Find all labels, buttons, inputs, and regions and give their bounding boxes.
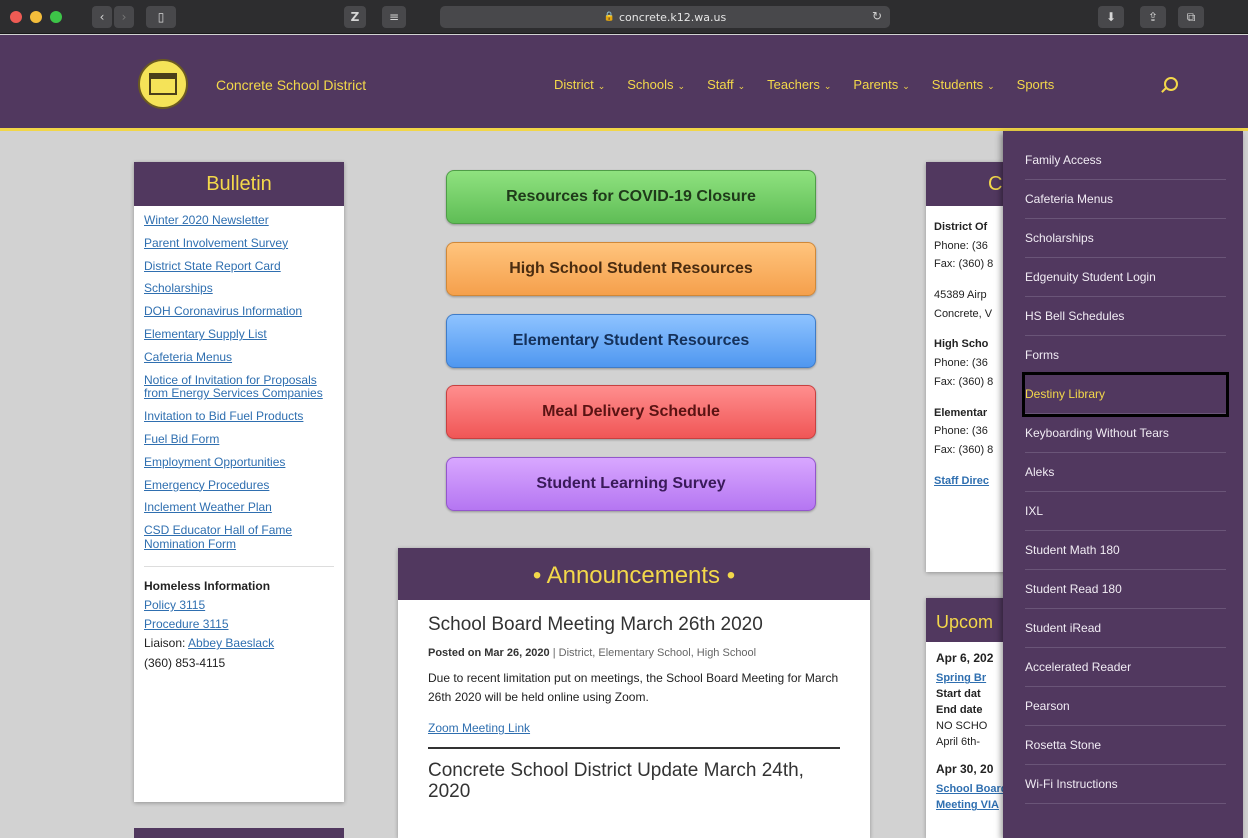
bulletin-link[interactable]: Cafeteria Menus bbox=[144, 350, 334, 365]
menu-item-cafeteria-menus[interactable]: Cafeteria Menus bbox=[1025, 180, 1226, 219]
nav-students[interactable]: Students ⌄ bbox=[932, 77, 995, 92]
chevron-down-icon: ⌄ bbox=[902, 81, 910, 91]
meal-delivery-button[interactable]: Meal Delivery Schedule bbox=[446, 385, 816, 439]
bulletin-link[interactable]: CSD Educator Hall of Fame Nomination For… bbox=[144, 523, 334, 552]
bulletin-link[interactable]: District State Report Card bbox=[144, 259, 334, 274]
menu-item-wifi-instructions[interactable]: Wi-Fi Instructions bbox=[1025, 765, 1226, 804]
chevron-down-icon: ⌄ bbox=[597, 81, 606, 91]
bulletin-panel: Bulletin Winter 2020 Newsletter Parent I… bbox=[134, 162, 344, 802]
url-text: concrete.k12.wa.us bbox=[618, 10, 727, 24]
menu-item-family-access[interactable]: Family Access bbox=[1025, 141, 1226, 180]
maximize-window-button[interactable] bbox=[50, 11, 62, 23]
reload-icon[interactable]: ↻ bbox=[872, 9, 882, 23]
menu-item-aleks[interactable]: Aleks bbox=[1025, 453, 1226, 492]
bulletin-link[interactable]: Notice of Invitation for Proposals from … bbox=[144, 373, 334, 402]
district-logo[interactable] bbox=[138, 59, 188, 109]
reader-view-icon[interactable]: ≡ bbox=[382, 6, 406, 28]
search-icon[interactable] bbox=[1164, 77, 1178, 91]
post-meta: Posted on Mar 26, 2020 | District, Eleme… bbox=[428, 644, 840, 663]
main-nav: District ⌄ Schools ⌄ Staff ⌄ Teachers ⌄ Pare… bbox=[554, 77, 1076, 92]
bulletin-link[interactable]: DOH Coronavirus Information bbox=[144, 304, 334, 319]
liaison-label: Liaison: bbox=[144, 636, 186, 651]
announcements-title: • Announcements • bbox=[398, 548, 870, 600]
zoom-extension-button[interactable]: Z bbox=[344, 6, 366, 28]
divider bbox=[428, 747, 840, 750]
bulletin-link[interactable]: Elementary Supply List bbox=[144, 327, 334, 342]
covid-resources-button[interactable]: Resources for COVID-19 Closure bbox=[446, 170, 816, 224]
announcements-panel: • Announcements • School Board Meeting M… bbox=[398, 548, 870, 838]
forward-arrow-icon[interactable]: › bbox=[114, 6, 134, 28]
post: School Board Meeting March 26th 2020 Pos… bbox=[398, 614, 870, 735]
menu-item-math-180[interactable]: Student Math 180 bbox=[1025, 531, 1226, 570]
menu-item-ixl[interactable]: IXL bbox=[1025, 492, 1226, 531]
post-date: Posted on Mar 26, 2020 bbox=[428, 647, 550, 659]
post-categories[interactable]: | District, Elementary School, High Scho… bbox=[553, 647, 756, 659]
bulletin-link[interactable]: Winter 2020 Newsletter bbox=[144, 213, 334, 228]
menu-item-destiny-library[interactable]: Destiny Library bbox=[1022, 372, 1229, 417]
liaison-link[interactable]: Abbey Baeslack bbox=[188, 636, 274, 650]
nav-district[interactable]: District ⌄ bbox=[554, 77, 605, 92]
lock-icon: 🔒 bbox=[603, 12, 615, 22]
high-school-resources-button[interactable]: High School Student Resources bbox=[446, 242, 816, 296]
bulletin-link[interactable]: Scholarships bbox=[144, 282, 334, 296]
download-icon[interactable]: ⬇ bbox=[1098, 6, 1124, 28]
browser-toolbar: ‹ › ▯ Z ≡ 🔒 concrete.k12.wa.us ↻ ⬇ ⇪ ⧉ bbox=[0, 0, 1248, 34]
staff-directory-link[interactable]: Staff Direc bbox=[934, 475, 989, 487]
elementary-resources-button[interactable]: Elementary Student Resources bbox=[446, 314, 816, 368]
nav-sports[interactable]: Sports bbox=[1017, 77, 1055, 92]
homeless-title: Homeless Information bbox=[144, 578, 271, 593]
menu-item-accelerated-reader[interactable]: Accelerated Reader bbox=[1025, 648, 1226, 687]
nav-parents[interactable]: Parents ⌄ bbox=[853, 77, 909, 92]
menu-item-scholarships[interactable]: Scholarships bbox=[1025, 219, 1226, 258]
address-bar[interactable]: 🔒 concrete.k12.wa.us ↻ bbox=[440, 6, 890, 28]
liaison-phone: (360) 853-4115 bbox=[144, 655, 226, 670]
chevron-down-icon: ⌄ bbox=[737, 81, 746, 91]
post-body: Due to recent limitation put on meetings… bbox=[428, 670, 839, 704]
policy-link[interactable]: Policy 3115 bbox=[144, 598, 205, 612]
chevron-down-icon: ⌄ bbox=[987, 81, 995, 91]
menu-item-iread[interactable]: Student iRead bbox=[1025, 609, 1226, 648]
bulletin-link[interactable]: Fuel Bid Form bbox=[144, 432, 334, 447]
bulletin-link[interactable]: Emergency Procedures bbox=[144, 478, 334, 493]
post-title[interactable]: Concrete School District Update March 24… bbox=[428, 760, 840, 803]
menu-item-hs-bell-schedules[interactable]: HS Bell Schedules bbox=[1025, 297, 1226, 336]
bulletin-link[interactable]: Invitation to Bid Fuel Products bbox=[144, 409, 334, 424]
menu-item-forms[interactable]: Forms bbox=[1025, 336, 1226, 375]
site-brand[interactable]: Concrete School District bbox=[216, 77, 366, 93]
menu-item-edgenuity[interactable]: Edgenuity Student Login bbox=[1025, 258, 1226, 297]
zoom-meeting-link[interactable]: Zoom Meeting Link bbox=[428, 721, 840, 735]
chevron-down-icon: ⌄ bbox=[677, 81, 686, 91]
nav-staff[interactable]: Staff ⌄ bbox=[707, 77, 745, 92]
site-header: Concrete School District District ⌄ Schoo… bbox=[0, 35, 1248, 131]
menu-item-pearson[interactable]: Pearson bbox=[1025, 687, 1226, 726]
bulletin-links: Winter 2020 Newsletter Parent Involvemen… bbox=[134, 206, 344, 552]
sidebar-icon[interactable]: ▯ bbox=[146, 6, 176, 28]
nav-schools[interactable]: Schools ⌄ bbox=[627, 77, 685, 92]
menu-item-rosetta-stone[interactable]: Rosetta Stone bbox=[1025, 726, 1226, 765]
menu-item-keyboarding[interactable]: Keyboarding Without Tears bbox=[1025, 414, 1226, 453]
menu-item-read-180[interactable]: Student Read 180 bbox=[1025, 570, 1226, 609]
post-title[interactable]: School Board Meeting March 26th 2020 bbox=[428, 614, 840, 636]
back-arrow-icon[interactable]: ‹ bbox=[92, 6, 112, 28]
bulletin-link[interactable]: Inclement Weather Plan bbox=[144, 501, 334, 515]
minimize-window-button[interactable] bbox=[30, 11, 42, 23]
divider bbox=[144, 565, 334, 567]
close-window-button[interactable] bbox=[10, 11, 22, 23]
procedure-link[interactable]: Procedure 3115 bbox=[144, 617, 229, 631]
homeless-info: Homeless Information Policy 3115 Procedu… bbox=[134, 577, 344, 673]
share-icon[interactable]: ⇪ bbox=[1140, 6, 1166, 28]
nav-teachers[interactable]: Teachers ⌄ bbox=[767, 77, 831, 92]
students-dropdown-menu: Family Access Cafeteria Menus Scholarshi… bbox=[1003, 131, 1243, 838]
bulletin-link[interactable]: Parent Involvement Survey bbox=[144, 236, 334, 251]
chevron-down-icon: ⌄ bbox=[823, 81, 832, 91]
learning-survey-button[interactable]: Student Learning Survey bbox=[446, 457, 816, 511]
bulletin-link[interactable]: Employment Opportunities bbox=[144, 455, 334, 470]
bulletin-title: Bulletin bbox=[134, 162, 344, 206]
lower-panel-header bbox=[134, 828, 344, 838]
tabs-overview-icon[interactable]: ⧉ bbox=[1178, 6, 1204, 28]
